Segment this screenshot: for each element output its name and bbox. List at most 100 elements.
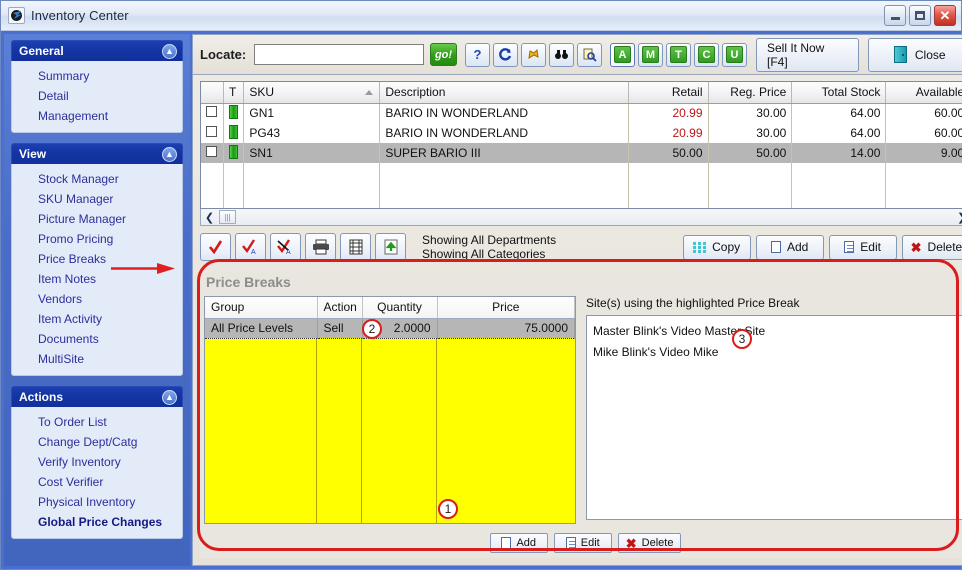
sidebar-group-general-header[interactable]: General ▲	[11, 40, 183, 61]
sidebar-item-summary[interactable]: Summary	[12, 66, 182, 86]
sell-it-now-button[interactable]: Sell It Now [F4]	[755, 37, 860, 72]
filter-u-button[interactable]: U	[721, 42, 747, 67]
price-break-delete-button[interactable]: ✖ Delete	[617, 533, 682, 553]
price-breaks-columns: Group Action Quantity Price All Price Le…	[200, 296, 962, 524]
print-icon[interactable]	[305, 233, 336, 261]
scroll-right-button[interactable]: ❯	[953, 210, 962, 225]
row-checkbox[interactable]	[206, 106, 217, 118]
row-checkbox-cell[interactable]	[201, 103, 224, 123]
sidebar-item-multisite[interactable]: MultiSite	[12, 349, 182, 369]
price-break-add-button[interactable]: Add	[489, 533, 548, 553]
sidebar-item-physical-inventory[interactable]: Physical Inventory	[12, 492, 182, 512]
price-breaks-grid[interactable]: Group Action Quantity Price All Price Le…	[204, 296, 576, 524]
sidebar-item-verify-inventory[interactable]: Verify Inventory	[12, 452, 182, 472]
sidebar-item-item-activity[interactable]: Item Activity	[12, 309, 182, 329]
column-header-price[interactable]: Price	[437, 297, 575, 319]
sidebar-item-vendors[interactable]: Vendors	[12, 289, 182, 309]
close-window-button[interactable]: Close	[868, 37, 962, 72]
search-input[interactable]	[254, 44, 425, 65]
row-type-cell	[223, 143, 245, 163]
column-header-quantity[interactable]: Quantity	[362, 297, 438, 319]
copy-button[interactable]: Copy	[682, 234, 751, 260]
maximize-button[interactable]	[909, 5, 931, 26]
horizontal-scrollbar[interactable]: ❮ ||| ❯	[200, 209, 962, 226]
binoculars-icon[interactable]	[548, 42, 574, 67]
table-row[interactable]: All Price Levels Sell 2.0000 75.0000	[205, 317, 575, 339]
up-arrow-icon[interactable]	[520, 42, 546, 67]
row-total-stock: 64.00	[791, 103, 887, 123]
column-header-available[interactable]: Available	[885, 82, 962, 104]
scrollbar-thumb[interactable]: |||	[219, 210, 236, 224]
price-break-delete-label: Delete	[641, 537, 674, 549]
check-all-icon[interactable]: A	[235, 233, 266, 261]
window-titlebar: Inventory Center ✕	[1, 1, 961, 31]
sidebar-item-change-dept-catg[interactable]: Change Dept/Catg	[12, 432, 182, 452]
chevron-up-icon[interactable]: ▲	[162, 389, 177, 405]
close-button[interactable]: ✕	[934, 5, 956, 26]
check-mark-icon[interactable]	[200, 233, 231, 261]
inventory-grid[interactable]: T SKU Description Retail Reg. Price Tota…	[200, 81, 962, 209]
empty-col-quantity	[362, 338, 437, 523]
sidebar-item-stock-manager[interactable]: Stock Manager	[12, 169, 182, 189]
filter-m-button[interactable]: M	[637, 42, 663, 67]
price-breaks-empty-area[interactable]	[205, 338, 575, 523]
chevron-up-icon[interactable]: ▲	[162, 43, 177, 59]
preview-icon[interactable]	[576, 42, 602, 67]
table-row[interactable]: PG43 BARIO IN WONDERLAND 20.99 30.00 64.…	[201, 123, 962, 143]
sidebar-item-documents[interactable]: Documents	[12, 329, 182, 349]
sidebar-item-to-order-list[interactable]: To Order List	[12, 412, 182, 432]
column-header-retail[interactable]: Retail	[628, 82, 709, 104]
row-checkbox[interactable]	[206, 126, 217, 137]
column-header-total-stock[interactable]: Total Stock	[791, 82, 887, 104]
sidebar-item-detail[interactable]: Detail	[12, 86, 182, 106]
list-item[interactable]: Master Blink's Video Master Site	[593, 321, 960, 342]
price-break-edit-button[interactable]: Edit	[553, 533, 612, 553]
table-row[interactable]: SN1 SUPER BARIO III 50.00 50.00 14.00 9.…	[201, 143, 962, 163]
filter-all-button[interactable]: A	[609, 42, 635, 67]
copy-button-label: Copy	[712, 240, 741, 254]
column-header-sku[interactable]: SKU	[243, 82, 381, 104]
row-available: 9.00	[885, 143, 962, 163]
column-header-action[interactable]: Action	[317, 297, 363, 319]
filter-t-button[interactable]: T	[665, 42, 691, 67]
sidebar-item-picture-manager[interactable]: Picture Manager	[12, 209, 182, 229]
filter-c-button[interactable]: C	[693, 42, 719, 67]
column-header-group[interactable]: Group	[205, 297, 318, 319]
sidebar-item-sku-manager[interactable]: SKU Manager	[12, 189, 182, 209]
go-button[interactable]: go!	[430, 43, 457, 66]
price-breaks-title: Price Breaks	[206, 274, 291, 290]
callout-3: 3	[732, 329, 752, 349]
uncheck-all-icon[interactable]: A	[270, 233, 301, 261]
table-row[interactable]: GN1 BARIO IN WONDERLAND 20.99 30.00 64.0…	[201, 103, 962, 123]
add-button[interactable]: Add	[755, 234, 824, 260]
export-up-icon[interactable]	[375, 233, 406, 261]
pointer-arrow-icon	[111, 263, 175, 274]
row-retail: 50.00	[628, 143, 709, 163]
list-item[interactable]: Mike Blink's Video Mike	[593, 342, 960, 363]
scroll-left-button[interactable]: ❮	[201, 210, 218, 225]
column-header-reg-price[interactable]: Reg. Price	[708, 82, 793, 104]
sidebar-item-global-price-changes[interactable]: Global Price Changes	[12, 512, 182, 532]
help-icon[interactable]: ?	[464, 42, 490, 67]
sidebar-group-actions-header[interactable]: Actions ▲	[11, 386, 183, 407]
sidebar-group-view-header[interactable]: View ▲	[11, 143, 183, 164]
refresh-icon[interactable]	[492, 42, 518, 67]
column-header-type[interactable]: T	[223, 82, 245, 104]
sites-list[interactable]: Master Blink's Video Master Site Mike Bl…	[586, 315, 962, 520]
sidebar-item-management[interactable]: Management	[12, 106, 182, 126]
minimize-button[interactable]	[884, 5, 906, 26]
row-checkbox-cell[interactable]	[201, 123, 224, 143]
sidebar-item-promo-pricing[interactable]: Promo Pricing	[12, 229, 182, 249]
list-icon[interactable]	[340, 233, 371, 261]
delete-button[interactable]: ✖ Delete	[901, 234, 962, 260]
column-header-description[interactable]: Description	[379, 82, 629, 104]
row-checkbox-cell[interactable]	[201, 143, 224, 163]
chevron-up-icon[interactable]: ▲	[162, 146, 177, 162]
column-header-checkbox[interactable]	[201, 82, 224, 104]
row-checkbox[interactable]	[206, 146, 217, 157]
locate-toolbar: Locate: go! ? A M T C U Sell It Now [F4]…	[193, 35, 962, 75]
sidebar-group-actions: Actions ▲ To Order List Change Dept/Catg…	[11, 386, 183, 539]
empty-cell	[708, 163, 793, 208]
sidebar-item-cost-verifier[interactable]: Cost Verifier	[12, 472, 182, 492]
edit-button[interactable]: Edit	[828, 234, 897, 260]
